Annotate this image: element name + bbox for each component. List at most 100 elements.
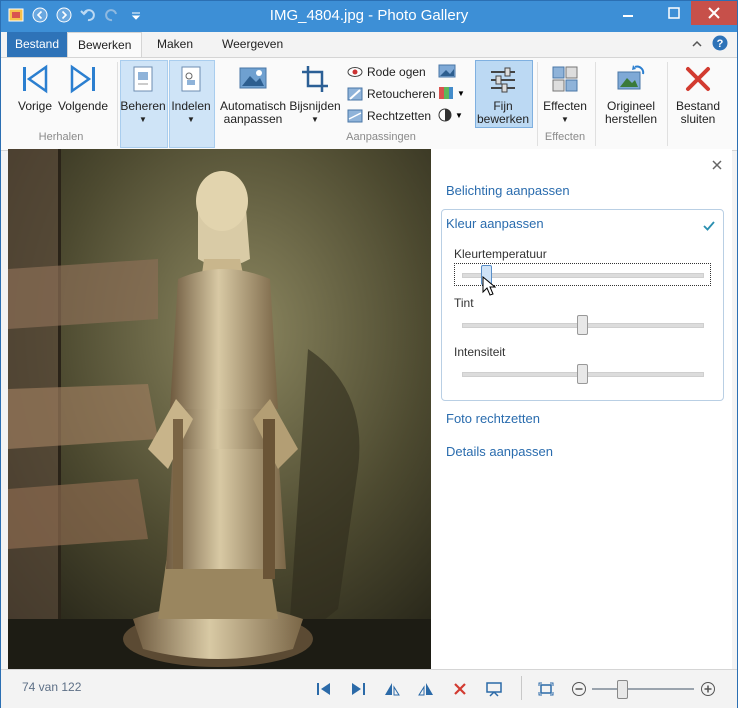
- title-bar: IMG_4804.jpg - Photo Gallery: [1, 1, 737, 32]
- effects-icon: [550, 62, 580, 96]
- straighten-photo-link[interactable]: Foto rechtzetten: [446, 411, 540, 426]
- red-eye-icon: [347, 67, 363, 77]
- tint-slider[interactable]: [577, 315, 588, 335]
- crop-label: Bijsnijden: [289, 99, 341, 113]
- svg-text:?: ?: [717, 38, 724, 50]
- dropdown-arrow-icon: ▼: [187, 115, 195, 124]
- next-icon: [352, 683, 365, 695]
- rotate-left-icon: [385, 683, 400, 696]
- color-temperature-label: Kleurtemperatuur: [454, 247, 547, 261]
- photo-viewer[interactable]: [8, 149, 431, 669]
- fit-to-window-button[interactable]: [535, 678, 557, 700]
- fine-tune-panel: Belichting aanpassen Kleur aanpassen Kle…: [431, 149, 732, 669]
- effects-label: Effecten: [543, 99, 587, 113]
- minimize-button[interactable]: [611, 1, 645, 25]
- fine-tune-label-2: bewerken: [476, 112, 530, 126]
- color-temperature-track[interactable]: [462, 273, 704, 278]
- app-window: IMG_4804.jpg - Photo Gallery Bestand Bew…: [0, 0, 738, 708]
- retouch-label: Retoucheren: [367, 87, 436, 101]
- zoom-slider-thumb[interactable]: [616, 680, 628, 699]
- revert-original-button[interactable]: Origineel herstellen: [599, 62, 663, 126]
- photo-counter: 74 van 122: [22, 680, 82, 694]
- manage-button[interactable]: Beheren ▼: [120, 62, 166, 126]
- previous-icon: [20, 62, 50, 96]
- rotate-right-button[interactable]: [415, 678, 437, 700]
- auto-adjust-label-2: aanpassen: [223, 112, 283, 126]
- close-file-label-2: sluiten: [680, 112, 716, 126]
- straighten-button[interactable]: Rechtzetten: [347, 109, 431, 123]
- delete-button[interactable]: [449, 678, 471, 700]
- revert-original-label-2: herstellen: [604, 112, 658, 126]
- red-eye-label: Rode ogen: [367, 65, 426, 79]
- tab-bewerken[interactable]: Bewerken: [67, 32, 143, 58]
- exposure-icon[interactable]: [438, 64, 456, 83]
- next-button[interactable]: Volgende: [57, 62, 109, 113]
- fine-tune-button[interactable]: Fijn bewerken: [475, 62, 531, 126]
- tab-maken[interactable]: Maken: [147, 32, 203, 57]
- close-file-button[interactable]: Bestand sluiten: [671, 62, 725, 126]
- zoom-in-button[interactable]: [697, 678, 719, 700]
- slideshow-button[interactable]: [483, 678, 505, 700]
- separator: [537, 62, 538, 146]
- checkmark-icon: [703, 218, 715, 236]
- close-window-button[interactable]: [691, 1, 737, 25]
- ribbon-tabs: Bestand Bewerken Maken Weergeven ?: [1, 32, 737, 58]
- crop-icon: [300, 62, 330, 96]
- exposure-adjust-link[interactable]: Belichting aanpassen: [446, 183, 570, 198]
- separator: [595, 62, 596, 146]
- maximize-button[interactable]: [657, 1, 691, 25]
- separator: [667, 62, 668, 146]
- effects-button[interactable]: Effecten ▼: [541, 62, 589, 126]
- tint-label: Tint: [454, 296, 474, 310]
- adjust-detail-link[interactable]: Details aanpassen: [446, 444, 553, 459]
- zoom-slider-track[interactable]: [592, 688, 694, 690]
- auto-adjust-icon: [237, 62, 269, 96]
- contrast-icon: [438, 108, 452, 122]
- content-area: Belichting aanpassen Kleur aanpassen Kle…: [8, 149, 732, 669]
- previous-icon: [317, 683, 330, 695]
- manage-label: Beheren: [120, 99, 166, 113]
- straighten-label: Rechtzetten: [367, 109, 432, 123]
- group-label-herhalen: Herhalen: [38, 131, 84, 143]
- dropdown-arrow-icon: ▼: [455, 110, 463, 120]
- color-adjust-link[interactable]: Kleur aanpassen: [446, 216, 544, 231]
- crop-button[interactable]: Bijsnijden ▼: [289, 62, 341, 126]
- zoom-out-button[interactable]: [568, 678, 590, 700]
- help-icon[interactable]: ?: [712, 35, 728, 56]
- dropdown-arrow-icon: ▼: [311, 115, 319, 124]
- previous-photo-button[interactable]: [313, 678, 335, 700]
- manage-icon: [129, 62, 157, 96]
- ribbon: Vorige Volgende Herhalen Beheren ▼ Indel…: [1, 57, 737, 151]
- tab-file[interactable]: Bestand: [7, 32, 68, 57]
- status-bar: 74 van 122: [1, 669, 737, 708]
- rotate-right-icon: [418, 683, 433, 696]
- previous-button[interactable]: Vorige: [13, 62, 57, 113]
- previous-label: Vorige: [17, 99, 53, 113]
- fine-tune-icon: [487, 62, 519, 96]
- collapse-ribbon-icon[interactable]: [691, 37, 703, 55]
- tab-weergeven[interactable]: Weergeven: [212, 32, 293, 57]
- slideshow-icon: [486, 682, 502, 697]
- organize-button[interactable]: Indelen ▼: [169, 62, 213, 126]
- close-file-icon: [684, 62, 712, 96]
- color-icon: [439, 87, 453, 99]
- close-panel-icon[interactable]: [712, 157, 722, 175]
- rotate-left-button[interactable]: [381, 678, 403, 700]
- fit-to-window-icon: [538, 682, 554, 696]
- dropdown-arrow-icon: ▼: [561, 115, 569, 124]
- retouch-button[interactable]: Retoucheren: [347, 87, 436, 101]
- group-label-aanpassingen: Aanpassingen: [346, 131, 416, 143]
- color-adjust-card: Kleur aanpassen Kleurtemperatuur Tint In…: [441, 209, 724, 401]
- separator: [117, 62, 118, 146]
- red-eye-button[interactable]: Rode ogen: [347, 65, 426, 79]
- next-label: Volgende: [57, 99, 109, 113]
- organize-label: Indelen: [171, 99, 211, 113]
- color-button[interactable]: ▼: [438, 86, 465, 100]
- auto-adjust-button[interactable]: Automatisch aanpassen: [217, 62, 289, 126]
- contrast-button[interactable]: ▼: [438, 108, 463, 122]
- next-photo-button[interactable]: [347, 678, 369, 700]
- group-label-effecten: Effecten: [544, 131, 586, 143]
- zoom-out-icon: [572, 682, 586, 696]
- dropdown-arrow-icon: ▼: [139, 115, 147, 124]
- intensity-slider[interactable]: [577, 364, 588, 384]
